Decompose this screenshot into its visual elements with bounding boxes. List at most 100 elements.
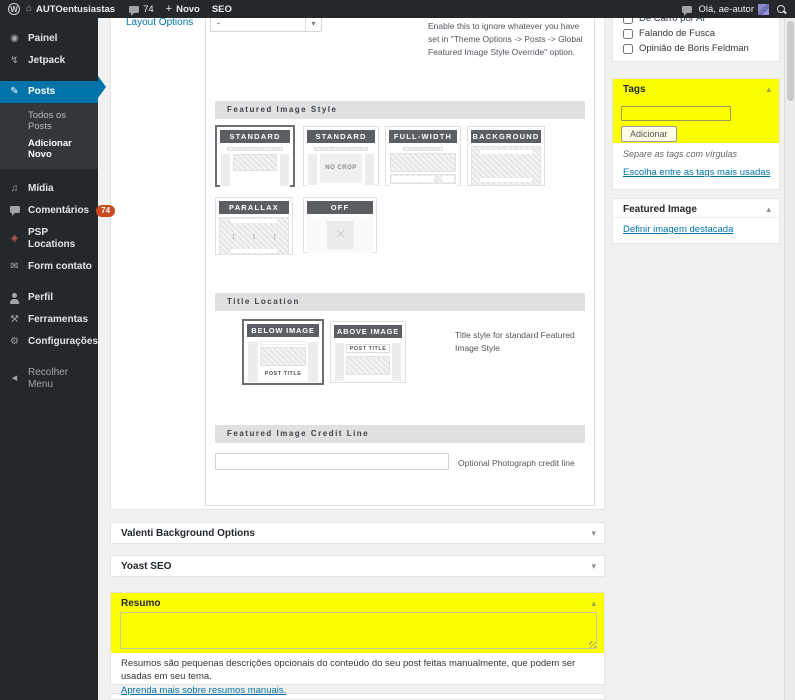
site-name: AUTOentusiastas: [36, 4, 115, 15]
sidebar-item-jetpack[interactable]: ↯ Jetpack: [0, 50, 98, 72]
submenu-item-adicionar-novo[interactable]: Adicionar Novo: [0, 135, 98, 163]
layout-options-metabox: Layout Options - ▾ Enable this to ignore…: [110, 6, 605, 510]
section-title-location: Title Location: [215, 293, 585, 311]
category-checkbox[interactable]: [623, 44, 633, 54]
site-menu[interactable]: ⌂ AUTOentusiastas: [26, 4, 115, 15]
valenti-background-options-panel: Valenti Background Options ▾: [110, 522, 605, 544]
comments-count-badge: 74: [96, 205, 115, 217]
location-icon: ◈: [8, 233, 21, 245]
category-label: Opinião de Boris Feldman: [639, 43, 749, 54]
category-checkbox[interactable]: [623, 29, 633, 39]
post-title-label: POST TITLE: [350, 346, 387, 352]
resize-grip-icon[interactable]: [589, 641, 596, 648]
sidebar-item-painel[interactable]: ◉ Painel: [0, 28, 98, 50]
comments-shortcut[interactable]: 74: [129, 4, 154, 15]
tools-icon: ⚒: [8, 314, 21, 326]
settings-icon: ⚙: [8, 336, 21, 348]
scrollbar-thumb[interactable]: [787, 21, 794, 101]
updown-arrow-icon: ↕: [252, 231, 257, 241]
section-credit-line: Featured Image Credit Line: [215, 425, 585, 443]
avatar: [758, 4, 769, 15]
post-title-label: POST TITLE: [260, 371, 306, 377]
comments-icon: [8, 205, 21, 217]
tags-input[interactable]: [621, 106, 731, 121]
new-content-menu[interactable]: + Novo: [166, 4, 200, 15]
tile-parallax[interactable]: PARALLAX ↕ ↕ ↕: [215, 197, 293, 255]
wordpress-logo-icon[interactable]: W: [8, 3, 20, 15]
sidebar-label: Comentários: [28, 205, 89, 217]
plus-icon: +: [166, 4, 172, 15]
category-label: Falando de Fusca: [639, 28, 715, 39]
sidebar-item-midia[interactable]: ♫ Mídia: [0, 178, 98, 200]
updown-arrow-icon: ↕: [231, 231, 236, 241]
tile-standard[interactable]: STANDARD: [215, 125, 295, 187]
most-used-tags-link[interactable]: Escolha entre as tags mais usadas: [623, 167, 770, 178]
tile-label: BACKGROUND: [471, 130, 541, 143]
tab-layout-options[interactable]: Layout Options: [126, 17, 193, 28]
media-icon: ♫: [8, 183, 21, 195]
sidebar-item-configuracoes[interactable]: ⚙ Configurações: [0, 331, 98, 353]
set-featured-image-link[interactable]: Definir imagem destacada: [623, 224, 733, 235]
sidebar-label: Recolher Menu: [28, 367, 92, 391]
yoast-seo-panel: Yoast SEO ▾: [110, 555, 605, 577]
tile-label: FULL-WIDTH: [389, 130, 457, 143]
tile-full-width[interactable]: FULL-WIDTH: [385, 126, 461, 186]
wordpress-admin-page: W ⌂ AUTOentusiastas 74 + Novo SEO Olá, a…: [0, 0, 795, 700]
jetpack-icon: ↯: [8, 55, 21, 67]
tile-label: BELOW IMAGE: [247, 324, 319, 337]
user-greeting: Olá, ae-autor: [699, 4, 754, 15]
search-icon[interactable]: [776, 4, 787, 15]
credit-line-input[interactable]: [215, 453, 449, 470]
sidebar-label: Form contato: [28, 261, 92, 273]
comment-bubble-icon: [129, 6, 139, 13]
collapse-icon: ◀: [8, 375, 21, 383]
sidebar-label: Painel: [28, 33, 57, 45]
notification-bubble-icon[interactable]: [682, 6, 692, 13]
sidebar-item-comentarios[interactable]: Comentários 74: [0, 200, 98, 222]
sidebar-label: Mídia: [28, 183, 54, 195]
excerpt-textarea[interactable]: [120, 612, 597, 649]
vertical-scrollbar[interactable]: [784, 18, 795, 700]
panel-title[interactable]: Tags: [613, 79, 656, 100]
tile-label: STANDARD: [220, 130, 290, 143]
sidebar-item-perfil[interactable]: Perfil: [0, 287, 98, 309]
chevron-down-icon[interactable]: ▾: [591, 528, 596, 539]
posts-submenu: Todos os Posts Adicionar Novo: [0, 103, 98, 169]
panel-title[interactable]: Valenti Background Options: [111, 523, 604, 544]
layout-options-panel: - ▾ Enable this to ignore whatever you h…: [205, 6, 595, 506]
off-x-icon: ×: [327, 221, 354, 249]
submenu-item-todos-os-posts[interactable]: Todos os Posts: [0, 107, 98, 135]
tile-below-image[interactable]: BELOW IMAGE POST TITLE: [242, 319, 324, 385]
chevron-up-icon[interactable]: ▴: [766, 84, 771, 95]
admin-sidebar: ◉ Painel ↯ Jetpack ✎ Posts Todos os Post…: [0, 18, 98, 700]
tile-standard-no-crop[interactable]: STANDARD NO CROP: [303, 126, 379, 186]
seo-menu[interactable]: SEO: [212, 4, 232, 15]
credit-line-note: Optional Photograph credit line: [458, 457, 593, 470]
updown-arrow-icon: ↕: [272, 231, 277, 241]
resumo-learn-more-link[interactable]: Aprenda mais sobre resumos manuais.: [121, 685, 286, 696]
resumo-metabox: Resumo ▴ Resumos são pequenas descrições…: [110, 592, 605, 685]
tile-label: PARALLAX: [219, 201, 289, 214]
chevron-up-icon[interactable]: ▴: [766, 204, 771, 215]
chevron-down-icon[interactable]: ▾: [591, 561, 596, 572]
sidebar-item-ferramentas[interactable]: ⚒ Ferramentas: [0, 309, 98, 331]
tags-metabox: Tags ▴ Adicionar Separe as tags com vírg…: [612, 78, 780, 190]
seo-label: SEO: [212, 4, 232, 15]
tile-background[interactable]: BACKGROUND: [467, 126, 545, 186]
sidebar-item-recolher-menu[interactable]: ◀ Recolher Menu: [0, 362, 98, 396]
panel-title[interactable]: Resumo: [111, 593, 170, 614]
tile-above-image[interactable]: ABOVE IMAGE POST TITLE: [330, 321, 406, 383]
tile-off[interactable]: OFF ×: [303, 197, 377, 253]
account-menu[interactable]: Olá, ae-autor: [699, 4, 769, 15]
new-label: Novo: [176, 4, 200, 15]
sidebar-item-psp-locations[interactable]: ◈ PSP Locations: [0, 222, 98, 256]
panel-title[interactable]: Yoast SEO: [111, 556, 604, 577]
category-row: Opinião de Boris Feldman: [613, 41, 779, 56]
tile-label: OFF: [307, 201, 373, 214]
title-location-note: Title style for standard Featured Image …: [455, 329, 593, 355]
add-tag-button[interactable]: Adicionar: [621, 126, 677, 142]
chevron-up-icon[interactable]: ▴: [591, 598, 596, 609]
sidebar-label: Posts: [28, 86, 55, 98]
sidebar-item-form-contato[interactable]: ✉ Form contato: [0, 256, 98, 278]
sidebar-item-posts[interactable]: ✎ Posts: [0, 81, 98, 103]
